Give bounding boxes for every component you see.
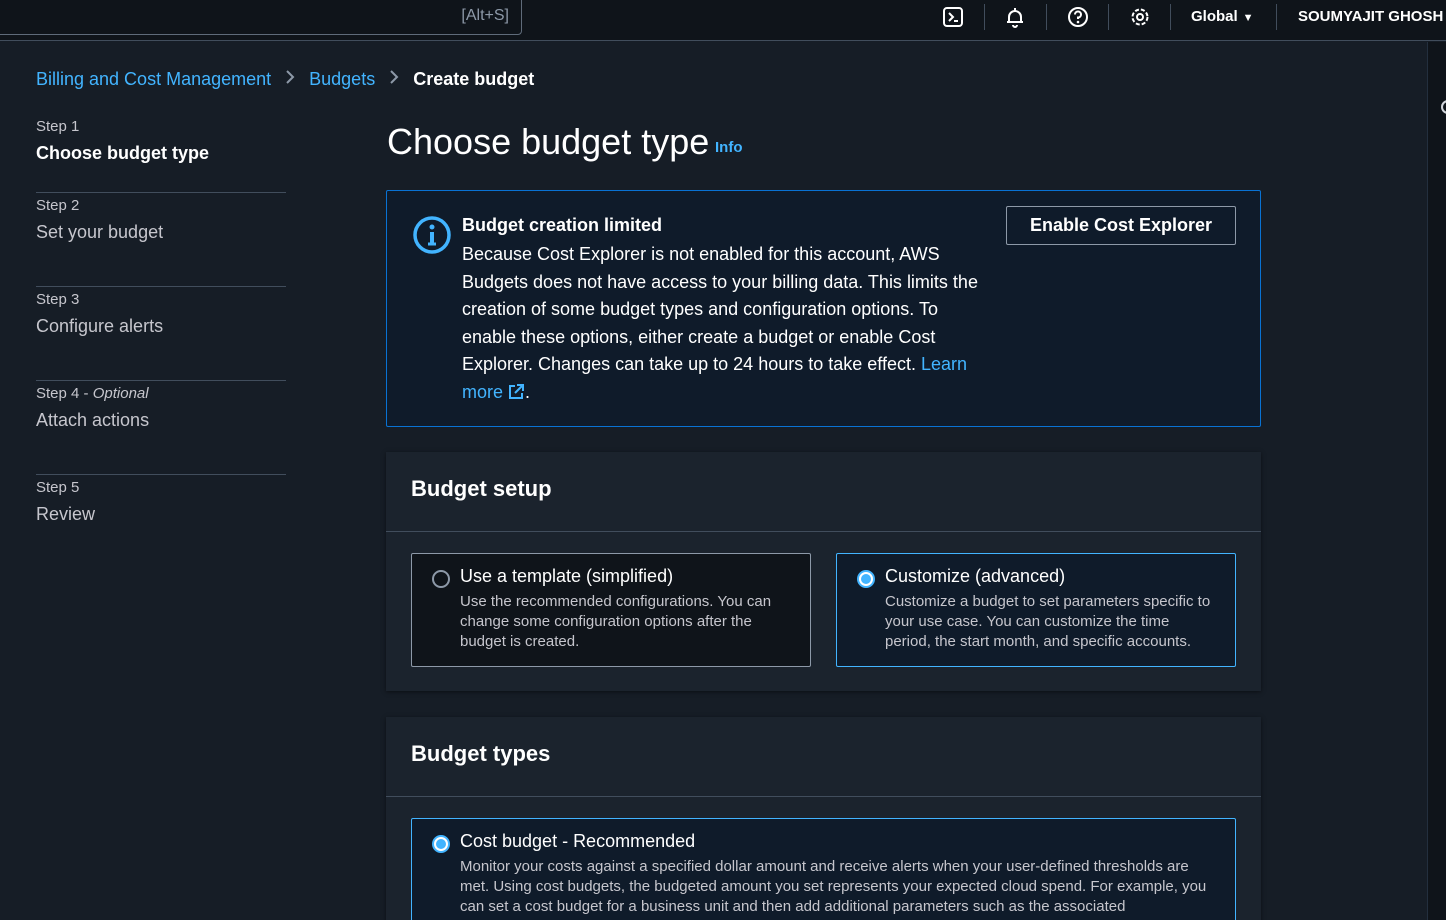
chevron-right-icon [285, 69, 295, 90]
alert-body: Because Cost Explorer is not enabled for… [462, 241, 982, 409]
step-title: Set your budget [36, 222, 164, 242]
wizard-steps: Step 1 Choose budget type Step 2 Set you… [36, 118, 286, 569]
settings-icon[interactable] [1125, 4, 1155, 30]
step-number: Step 2 [36, 197, 80, 214]
breadcrumb: Billing and Cost Management Budgets Crea… [36, 69, 534, 90]
step-title: Attach actions [36, 410, 150, 430]
tile-description: Use the recommended configurations. You … [460, 593, 772, 650]
step-number: Step 1 [36, 118, 80, 135]
template-option-tile[interactable]: Use a template (simplified) Use the reco… [411, 553, 811, 667]
tile-description: Customize a budget to set parameters spe… [885, 593, 1211, 650]
search-shortcut-hint: [Alt+S] [461, 7, 509, 24]
step-2[interactable]: Step 2 Set your budget [36, 193, 286, 287]
customize-radio[interactable] [857, 570, 875, 588]
breadcrumb-budgets[interactable]: Budgets [309, 69, 375, 90]
bell-icon[interactable] [1000, 4, 1030, 30]
tile-title: Customize (advanced) [885, 566, 1066, 586]
cost-budget-option-tile[interactable]: Cost budget - Recommended Monitor your c… [411, 818, 1236, 920]
info-panel-icon[interactable] [1441, 100, 1446, 114]
step-number: Step 4 - Optional [36, 385, 149, 402]
step-title: Review [36, 504, 96, 524]
template-radio[interactable] [432, 570, 450, 588]
breadcrumb-current: Create budget [413, 69, 535, 89]
step-title: Choose budget type [36, 143, 210, 163]
search-input[interactable]: [Alt+S] [0, 0, 522, 35]
step-1[interactable]: Step 1 Choose budget type [36, 118, 286, 193]
account-menu[interactable]: SOUMYAJIT GHOSH [1298, 8, 1443, 25]
info-alert: Budget creation limited Because Cost Exp… [386, 190, 1261, 427]
page-title: Choose budget type [387, 121, 710, 162]
alert-title: Budget creation limited [462, 215, 663, 235]
info-link[interactable]: Info [715, 139, 743, 156]
budget-types-header: Budget types [386, 717, 1261, 797]
tile-title: Use a template (simplified) [460, 566, 674, 586]
help-icon[interactable] [1063, 4, 1093, 30]
step-title: Configure alerts [36, 316, 164, 336]
top-navigation: [Alt+S] Global ▼ SOUMYAJIT GHOSH [0, 0, 1446, 41]
chevron-right-icon [389, 69, 399, 90]
step-4[interactable]: Step 4 - Optional Attach actions [36, 381, 286, 475]
step-number: Step 3 [36, 291, 80, 308]
tile-description: Monitor your costs against a specified d… [460, 858, 1207, 915]
step-5[interactable]: Step 5 Review [36, 475, 286, 569]
region-label: Global [1191, 8, 1238, 25]
budget-setup-header: Budget setup [386, 452, 1261, 532]
budget-setup-container: Budget setup Use a template (simplified)… [386, 452, 1261, 691]
info-circle-icon [412, 215, 452, 255]
region-selector[interactable]: Global ▼ [1191, 8, 1254, 25]
customize-option-tile[interactable]: Customize (advanced) Customize a budget … [836, 553, 1236, 667]
step-3[interactable]: Step 3 Configure alerts [36, 287, 286, 381]
breadcrumb-billing[interactable]: Billing and Cost Management [36, 69, 271, 90]
budget-types-container: Budget types Cost budget - Recommended M… [386, 717, 1261, 920]
tile-title: Cost budget - Recommended [460, 831, 696, 851]
caret-down-icon: ▼ [1242, 12, 1254, 24]
enable-cost-explorer-button[interactable]: Enable Cost Explorer [1006, 206, 1236, 245]
cloudshell-icon[interactable] [938, 4, 968, 30]
external-link-icon [507, 382, 525, 410]
right-utility-rail [1427, 42, 1446, 920]
step-number: Step 5 [36, 479, 80, 496]
cost-budget-radio[interactable] [432, 835, 450, 853]
